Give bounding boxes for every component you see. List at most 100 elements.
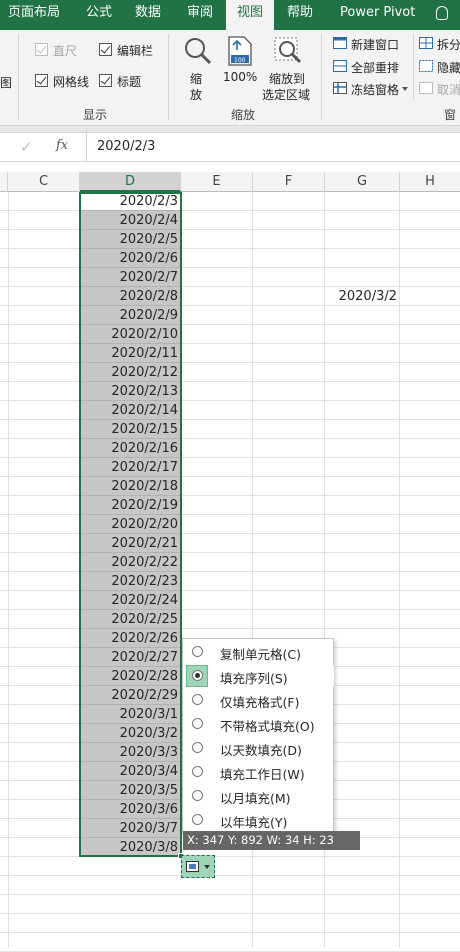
cell-d[interactable]: 2020/2/28: [80, 667, 181, 686]
autofill-menu-item[interactable]: 不带格式填充(O): [184, 713, 334, 735]
gridline: [0, 438, 460, 439]
freeze-panes-button[interactable]: 冻结窗格: [351, 81, 399, 98]
new-window-button[interactable]: 新建窗口: [351, 36, 399, 53]
gridline: [0, 324, 460, 325]
autofill-menu-label: 填充序列(S): [220, 671, 288, 686]
cell-d[interactable]: 2020/2/20: [80, 515, 181, 534]
cell-d[interactable]: 2020/3/7: [80, 819, 181, 838]
enter-check-icon[interactable]: ✓: [20, 138, 33, 156]
cell-d[interactable]: 2020/2/25: [80, 610, 181, 629]
formula-value: 2020/2/3: [97, 139, 156, 154]
cell-d[interactable]: 2020/2/17: [80, 458, 181, 477]
autofill-icon: [186, 861, 199, 872]
zoom-100-icon: 100: [228, 36, 252, 66]
autofill-menu-item[interactable]: 填充工作日(W): [184, 761, 334, 783]
zoom-label-1: 缩: [190, 72, 203, 86]
show-group-label: 显示: [83, 108, 108, 122]
window-group-label: 窗: [444, 108, 457, 122]
autofill-menu-label: 仅填充格式(F): [220, 695, 300, 710]
cell-d[interactable]: 2020/2/13: [80, 382, 181, 401]
cell-d[interactable]: 2020/3/6: [80, 800, 181, 819]
cell-d[interactable]: 2020/2/27: [80, 648, 181, 667]
autofill-menu-label: 不带格式填充(O): [220, 719, 315, 734]
ribbon-divider: [168, 34, 169, 120]
autofill-menu-item[interactable]: 仅填充格式(F): [184, 689, 334, 711]
cell-d[interactable]: 2020/2/8: [80, 287, 181, 306]
cell-d[interactable]: 2020/2/24: [80, 591, 181, 610]
tab-review[interactable]: 审阅: [187, 0, 213, 30]
hide-window-button[interactable]: 隐藏: [437, 59, 460, 76]
cell-d[interactable]: 2020/2/10: [80, 325, 181, 344]
tab-data[interactable]: 数据: [135, 0, 161, 30]
cell-d[interactable]: 2020/2/14: [80, 401, 181, 420]
column-header-e[interactable]: E: [181, 172, 253, 192]
headings-label: 标题: [117, 75, 142, 89]
formula-bar-checkbox[interactable]: [99, 43, 112, 56]
cell-d[interactable]: 2020/3/5: [80, 781, 181, 800]
gridline: [0, 856, 460, 857]
headings-checkbox[interactable]: [99, 74, 112, 87]
autofill-menu-label: 以年填充(Y): [220, 815, 288, 830]
column-header-c[interactable]: C: [8, 172, 80, 192]
gridline: [0, 514, 460, 515]
autofill-menu-item[interactable]: 复制单元格(C): [184, 641, 334, 663]
autofill-options-button[interactable]: [181, 855, 215, 878]
cell-d[interactable]: 2020/2/23: [80, 572, 181, 591]
column-header-d[interactable]: D: [80, 172, 181, 192]
cell-d[interactable]: 2020/2/11: [80, 344, 181, 363]
cell-d[interactable]: 2020/2/15: [80, 420, 181, 439]
cell-d[interactable]: 2020/2/12: [80, 363, 181, 382]
cell-d[interactable]: 2020/2/21: [80, 534, 181, 553]
unhide-window-button[interactable]: 取消: [437, 81, 460, 98]
radio-icon: [192, 742, 203, 753]
gridlines-checkbox[interactable]: [35, 74, 48, 87]
tab-page-layout[interactable]: 页面布局: [8, 0, 60, 30]
ribbon-divider: [413, 34, 414, 100]
ruler-checkbox[interactable]: [35, 43, 48, 56]
tab-help[interactable]: 帮助: [287, 0, 313, 30]
cell-d[interactable]: 2020/2/3: [80, 192, 181, 211]
cell-d[interactable]: 2020/2/4: [80, 211, 181, 230]
freeze-panes-dropdown-icon[interactable]: [402, 87, 408, 91]
cell-d[interactable]: 2020/2/26: [80, 629, 181, 648]
formula-input[interactable]: 2020/2/3: [86, 133, 460, 161]
gridline: [0, 267, 460, 268]
autofill-menu-item[interactable]: 以年填充(Y): [184, 809, 334, 831]
cell-d[interactable]: 2020/3/1: [80, 705, 181, 724]
cell-d[interactable]: 2020/2/22: [80, 553, 181, 572]
tab-power-pivot[interactable]: Power Pivot: [340, 0, 415, 30]
autofill-menu-item[interactable]: 填充序列(S): [184, 665, 334, 687]
autofill-menu-item[interactable]: 以月填充(M): [184, 785, 334, 807]
cell-d[interactable]: 2020/2/29: [80, 686, 181, 705]
cell-d[interactable]: 2020/2/9: [80, 306, 181, 325]
cell-d[interactable]: 2020/3/8: [80, 838, 181, 857]
cell-d[interactable]: 2020/2/18: [80, 477, 181, 496]
zoom-to-selection-button[interactable]: 缩放到 选定区域: [260, 36, 316, 102]
hide-window-icon: [419, 60, 433, 72]
autofill-options-menu: 复制单元格(C) 填充序列(S) 仅填充格式(F) 不带格式填充(O) 以天数填充(D)…: [182, 638, 334, 834]
cell-d[interactable]: 2020/2/7: [80, 268, 181, 287]
cell-d[interactable]: 2020/3/4: [80, 762, 181, 781]
column-header-h[interactable]: H: [400, 172, 460, 192]
sheet-top-gap: [0, 162, 460, 172]
cell-g[interactable]: 2020/3/2: [325, 287, 399, 306]
column-header-g[interactable]: G: [325, 172, 400, 192]
zoom-100-button[interactable]: 100 100%: [222, 36, 258, 90]
column-header-f[interactable]: F: [253, 172, 325, 192]
zoom-button[interactable]: 缩 放: [180, 36, 216, 102]
cell-d[interactable]: 2020/3/3: [80, 743, 181, 762]
tab-view[interactable]: 视图: [226, 0, 274, 30]
tell-me-bulb-icon[interactable]: [430, 0, 460, 30]
cell-d[interactable]: 2020/2/5: [80, 230, 181, 249]
cell-d[interactable]: 2020/2/19: [80, 496, 181, 515]
arrange-all-button[interactable]: 全部重排: [351, 59, 399, 76]
magnifier-icon: [185, 38, 212, 65]
gridline: [0, 913, 460, 914]
insert-function-icon[interactable]: fx: [56, 138, 68, 153]
cell-d[interactable]: 2020/3/2: [80, 724, 181, 743]
cell-d[interactable]: 2020/2/16: [80, 439, 181, 458]
autofill-menu-item[interactable]: 以天数填充(D): [184, 737, 334, 759]
split-button[interactable]: 拆分: [437, 36, 460, 53]
cell-d[interactable]: 2020/2/6: [80, 249, 181, 268]
tab-formulas[interactable]: 公式: [86, 0, 112, 30]
